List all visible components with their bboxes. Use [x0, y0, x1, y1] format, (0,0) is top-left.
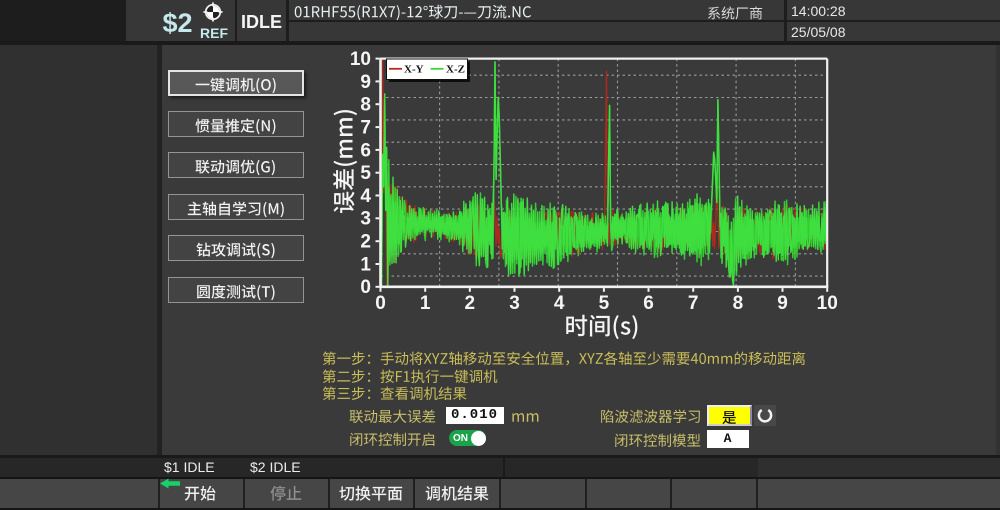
svg-text:7: 7: [688, 293, 699, 314]
svg-text:9: 9: [360, 72, 371, 93]
svg-text:1: 1: [360, 254, 371, 275]
svg-text:1: 1: [420, 293, 431, 314]
svg-text:6: 6: [360, 140, 371, 161]
svg-text:3: 3: [509, 293, 520, 314]
svg-text:4: 4: [554, 293, 565, 314]
svg-text:8: 8: [733, 293, 744, 314]
svg-text:5: 5: [360, 163, 371, 184]
svg-text:9: 9: [777, 293, 788, 314]
svg-text:10: 10: [817, 293, 838, 314]
svg-text:3: 3: [360, 209, 371, 230]
svg-text:2: 2: [360, 232, 371, 253]
svg-text:5: 5: [599, 293, 610, 314]
svg-text:6: 6: [643, 293, 654, 314]
svg-text:10: 10: [350, 49, 371, 70]
svg-text:8: 8: [360, 95, 371, 116]
svg-text:X-Y: X-Y: [404, 64, 424, 76]
svg-text:4: 4: [360, 186, 371, 207]
svg-text:2: 2: [465, 293, 476, 314]
svg-text:X-Z: X-Z: [446, 64, 465, 76]
svg-text:0: 0: [360, 277, 371, 298]
svg-text:7: 7: [360, 118, 371, 139]
svg-text:0: 0: [375, 293, 386, 314]
